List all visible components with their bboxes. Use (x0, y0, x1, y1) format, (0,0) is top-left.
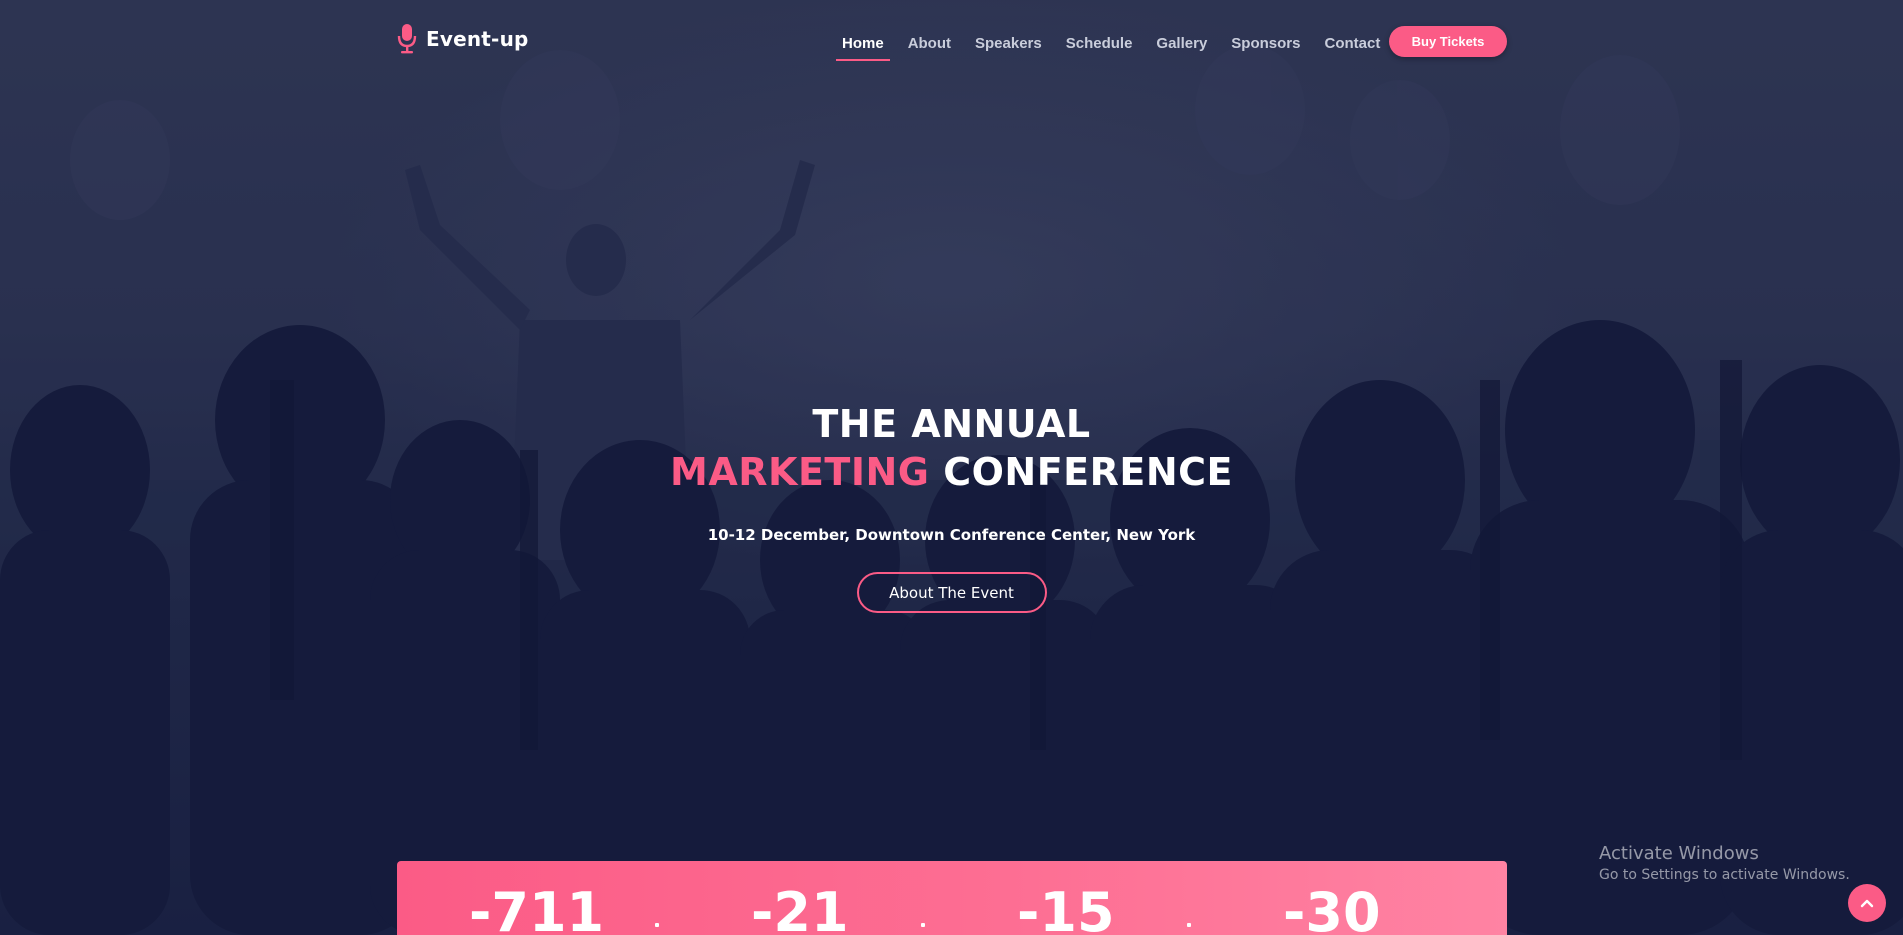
nav-item-schedule[interactable]: Schedule (1066, 29, 1133, 58)
brand-name: Event-up (426, 27, 529, 51)
watermark-subtitle: Go to Settings to activate Windows. (1599, 867, 1850, 883)
watermark-title: Activate Windows (1599, 843, 1759, 864)
countdown-minutes: -15 (1017, 881, 1115, 935)
hero-title-accent: MARKETING (670, 450, 930, 494)
nav-item-gallery[interactable]: Gallery (1156, 29, 1207, 58)
site-header: Event-up Home About Speakers Schedule Ga… (0, 0, 1903, 84)
countdown-days: -711 (469, 881, 605, 935)
brand-logo[interactable]: Event-up (396, 22, 529, 56)
back-to-top-button[interactable] (1848, 884, 1886, 922)
countdown-separator (921, 923, 925, 927)
main-nav: Home About Speakers Schedule Gallery Spo… (836, 26, 1404, 61)
countdown-hours: -21 (751, 881, 849, 935)
nav-item-sponsors[interactable]: Sponsors (1231, 29, 1300, 58)
microphone-icon (397, 24, 417, 54)
nav-item-home[interactable]: Home (836, 29, 890, 61)
countdown-separator (655, 923, 659, 927)
buy-tickets-button[interactable]: Buy Tickets (1389, 26, 1507, 57)
hero-title-line1: THE ANNUAL (812, 402, 1091, 446)
windows-activation-watermark: Activate Windows Go to Settings to activ… (1599, 843, 1850, 885)
hero-subtitle: 10-12 December, Downtown Conference Cent… (707, 526, 1196, 544)
nav-item-contact[interactable]: Contact (1324, 29, 1380, 58)
countdown-separator (1187, 923, 1191, 927)
nav-item-speakers[interactable]: Speakers (975, 29, 1042, 58)
hero-section: THE ANNUAL MARKETING CONFERENCE 10-12 De… (0, 400, 1903, 613)
hero-title: THE ANNUAL MARKETING CONFERENCE (0, 400, 1903, 496)
hero-title-rest: CONFERENCE (943, 450, 1233, 494)
countdown-seconds: -30 (1283, 881, 1381, 935)
nav-item-about[interactable]: About (908, 29, 951, 58)
countdown-bar: -711 -21 -15 -30 (397, 861, 1507, 935)
about-event-button[interactable]: About The Event (856, 572, 1047, 613)
chevron-up-icon (1860, 899, 1874, 908)
